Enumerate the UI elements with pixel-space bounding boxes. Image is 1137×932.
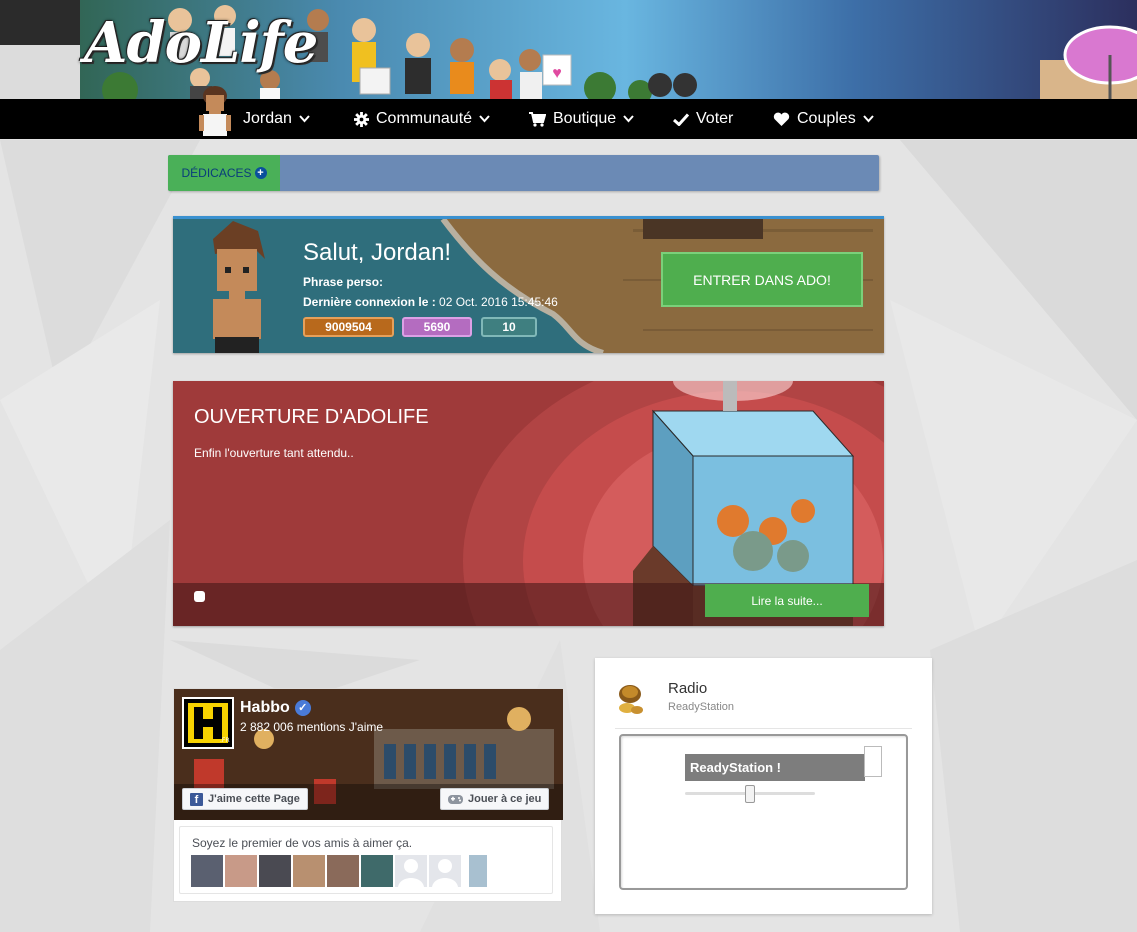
radio-subtitle: ReadyStation (668, 701, 735, 713)
radio-divider (615, 728, 912, 729)
read-more-button[interactable]: Lire la suite... (705, 584, 869, 617)
svg-text:.FR: .FR (220, 737, 230, 744)
plus-circle-icon: + (254, 167, 267, 179)
gamepad-icon (448, 794, 463, 804)
facebook-likes-count: 2 882 006 mentions J'aime (240, 720, 384, 734)
nav-vote-label: Voter (696, 110, 734, 127)
radio-title: Radio (668, 680, 708, 697)
nav-user-menu[interactable]: Jordan (243, 99, 310, 139)
friend-avatar[interactable] (293, 855, 325, 887)
radio-player-frame: ReadyStation ! (619, 734, 908, 890)
chevron-down-icon (299, 115, 310, 123)
shopping-cart-icon (529, 111, 546, 127)
volume-slider-thumb[interactable] (745, 785, 755, 803)
user-avatar[interactable] (197, 84, 233, 140)
broken-image-icon (864, 746, 882, 777)
header-banner: ♥ AdoLife (0, 0, 1137, 99)
credits-badge: 9009504 (303, 317, 394, 337)
person-silhouette-icon (432, 859, 458, 887)
facebook-page-widget: .FR Habbo ✓ 2 882 006 mentions J'aime f … (173, 688, 563, 902)
dedicaces-button[interactable]: DÉDICACES + (168, 155, 280, 191)
nav-shop-menu[interactable]: Boutique (529, 99, 634, 139)
play-game-button[interactable]: Jouer à ce jeu (440, 788, 550, 810)
play-game-label: Jouer à ce jeu (468, 793, 542, 805)
chevron-down-icon (623, 115, 634, 123)
last-login-value: 02 Oct. 2016 15:45:46 (435, 295, 558, 309)
dedicaces-bar: DÉDICACES + (168, 155, 879, 191)
friend-avatar[interactable] (191, 855, 223, 887)
friend-avatar[interactable] (361, 855, 393, 887)
chevron-down-icon (862, 115, 874, 123)
friend-avatar[interactable] (327, 855, 359, 887)
motto-line: Phrase perso: (303, 275, 383, 289)
heart-icon (773, 112, 790, 126)
like-page-button[interactable]: f J'aime cette Page (182, 788, 308, 810)
main-navbar: Jordan Communauté Boutique Voter Couples (0, 99, 1137, 139)
radio-icon (619, 685, 643, 714)
chevron-down-icon (479, 115, 490, 123)
friends-box: Soyez le premier de vos amis à aimer ça. (179, 826, 553, 894)
friend-avatar-placeholder[interactable] (395, 855, 427, 887)
diamonds-badge: 10 (481, 317, 537, 337)
slide-indicator[interactable] (194, 591, 205, 602)
last-login-line: Dernière connexion le : 02 Oct. 2016 15:… (303, 295, 558, 309)
friend-avatar[interactable] (259, 855, 291, 887)
friend-avatar[interactable] (469, 855, 487, 887)
gear-icon (354, 111, 369, 127)
verified-badge-icon: ✓ (294, 700, 311, 716)
last-login-label: Dernière connexion le : (303, 295, 436, 309)
duckets-badge: 5690 (402, 317, 472, 337)
news-description: Enfin l'ouverture tant attendu.. (194, 446, 354, 460)
page-name-text: Habbo (240, 699, 290, 716)
radio-widget: Radio ReadyStation ReadyStation ! (595, 658, 932, 914)
habbo-logo[interactable]: .FR (182, 697, 234, 749)
nav-couples-label: Couples (797, 110, 856, 127)
nav-vote-link[interactable]: Voter (673, 99, 733, 139)
facebook-page-name[interactable]: Habbo ✓ (240, 699, 311, 717)
welcome-card: Salut, Jordan! Phrase perso: Dernière co… (173, 216, 884, 353)
friends-text: Soyez le premier de vos amis à aimer ça. (192, 836, 413, 850)
player-title-bar: ReadyStation ! (685, 754, 865, 781)
nav-user-label: Jordan (243, 110, 292, 127)
check-icon (673, 112, 689, 126)
welcome-greeting: Salut, Jordan! (303, 239, 452, 266)
nav-shop-label: Boutique (553, 110, 617, 127)
dedicaces-label: DÉDICACES (181, 166, 252, 180)
friend-avatar-placeholder[interactable] (429, 855, 461, 887)
person-silhouette-icon (398, 859, 424, 887)
motto-label: Phrase perso: (303, 275, 384, 289)
habbo-h-icon: .FR (188, 703, 230, 744)
welcome-avatar (213, 221, 265, 353)
nav-community-menu[interactable]: Communauté (354, 99, 490, 139)
facebook-cover: .FR Habbo ✓ 2 882 006 mentions J'aime f … (174, 689, 563, 820)
facebook-icon: f (190, 792, 203, 806)
nav-community-label: Communauté (376, 110, 473, 127)
like-page-label: J'aime cette Page (208, 793, 300, 805)
news-title: OUVERTURE D'ADOLIFE (194, 406, 429, 428)
svg-text:♥: ♥ (552, 65, 562, 82)
enter-hotel-button[interactable]: ENTRER DANS ADO! (661, 252, 863, 307)
news-card: OUVERTURE D'ADOLIFE Enfin l'ouverture ta… (173, 381, 884, 626)
friend-avatar[interactable] (225, 855, 257, 887)
site-logo[interactable]: AdoLife (84, 10, 318, 76)
nav-couples-menu[interactable]: Couples (773, 99, 874, 139)
